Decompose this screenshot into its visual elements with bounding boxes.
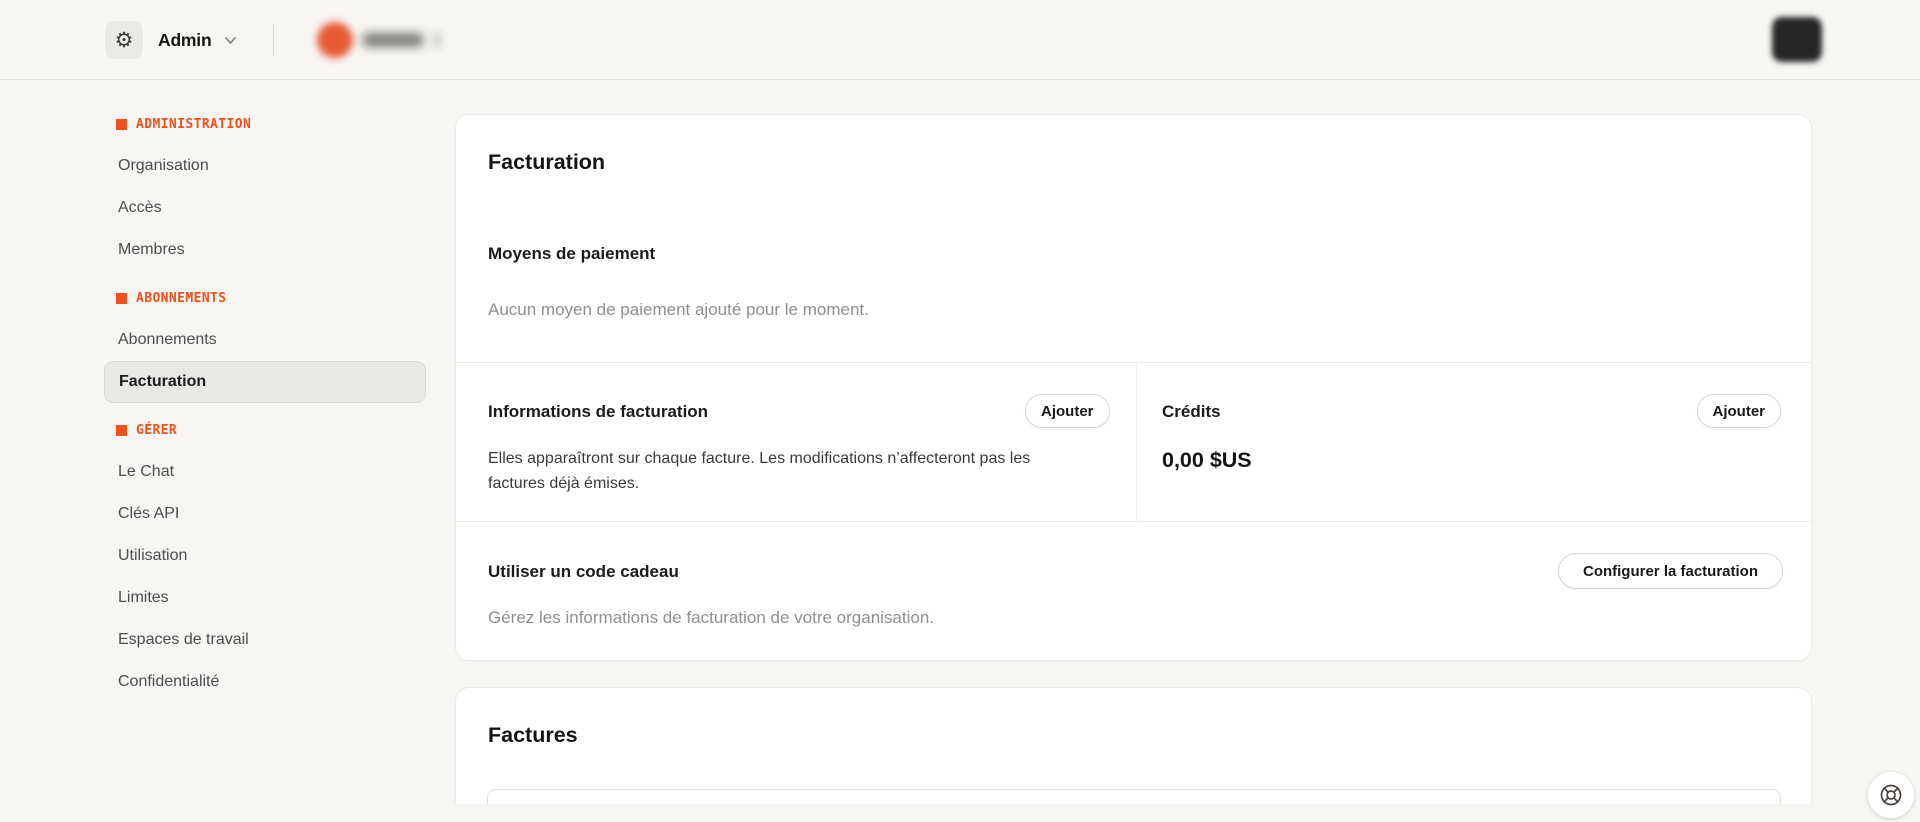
- settings-button[interactable]: ⚙: [105, 21, 143, 59]
- section-bullet-icon: [116, 293, 127, 304]
- admin-menu[interactable]: Admin: [158, 0, 236, 80]
- sidebar-item-utilisation[interactable]: Utilisation: [104, 535, 426, 577]
- sidebar-section-gerer: GÉRER: [104, 409, 426, 451]
- divider: [456, 521, 1811, 522]
- sidebar-item-le-chat[interactable]: Le Chat: [104, 451, 426, 493]
- sidebar-item-facturation[interactable]: Facturation: [104, 361, 426, 403]
- section-label: ADMINISTRATION: [136, 117, 251, 132]
- section-bullet-icon: [116, 119, 127, 130]
- invoices-card: Factures: [455, 687, 1812, 804]
- sidebar-item-acces[interactable]: Accès: [104, 187, 426, 229]
- configure-billing-button[interactable]: Configurer la facturation: [1558, 553, 1783, 589]
- billing-card: Facturation Moyens de paiement Aucun moy…: [455, 114, 1812, 661]
- gear-icon: ⚙: [115, 30, 134, 51]
- invoices-table-container: [487, 789, 1781, 804]
- settings-sidebar: ADMINISTRATION Organisation Accès Membre…: [104, 103, 426, 703]
- credits-amount: 0,00 $US: [1162, 447, 1252, 473]
- billing-info-description: Elles apparaîtront sur chaque facture. L…: [488, 446, 1080, 496]
- sidebar-item-limites[interactable]: Limites: [104, 577, 426, 619]
- sidebar-item-membres[interactable]: Membres: [104, 229, 426, 271]
- payment-methods-title: Moyens de paiement: [488, 242, 655, 266]
- lifebuoy-help-icon: [1879, 783, 1903, 807]
- chevron-down-icon: [225, 37, 236, 44]
- org-name-redacted: [363, 33, 423, 47]
- top-bar: ⚙ Admin: [0, 0, 1920, 80]
- header-divider: [273, 23, 274, 57]
- admin-label: Admin: [158, 30, 211, 51]
- billing-info-title: Informations de facturation: [488, 400, 708, 424]
- credits-add-button[interactable]: Ajouter: [1697, 394, 1782, 428]
- sidebar-item-confidentialite[interactable]: Confidentialité: [104, 661, 426, 703]
- sidebar-item-cles-api[interactable]: Clés API: [104, 493, 426, 535]
- gift-code-description: Gérez les informations de facturation de…: [488, 607, 934, 629]
- section-label: GÉRER: [136, 423, 177, 438]
- org-badge-redacted: [433, 32, 441, 48]
- sidebar-section-abonnements: ABONNEMENTS: [104, 277, 426, 319]
- section-bullet-icon: [116, 425, 127, 436]
- org-avatar: [317, 22, 353, 58]
- section-label: ABONNEMENTS: [136, 291, 227, 306]
- org-selector[interactable]: [317, 0, 441, 80]
- column-divider: [1136, 363, 1137, 521]
- divider: [456, 362, 1811, 363]
- help-button[interactable]: [1868, 772, 1914, 818]
- sidebar-item-abonnements[interactable]: Abonnements: [104, 319, 426, 361]
- page-title: Facturation: [488, 148, 605, 176]
- sidebar-item-espaces-de-travail[interactable]: Espaces de travail: [104, 619, 426, 661]
- user-avatar[interactable]: [1772, 17, 1822, 62]
- payment-methods-empty-text: Aucun moyen de paiement ajouté pour le m…: [488, 299, 869, 321]
- credits-title: Crédits: [1162, 400, 1221, 424]
- billing-info-add-button[interactable]: Ajouter: [1025, 394, 1110, 428]
- gift-code-title: Utiliser un code cadeau: [488, 560, 679, 584]
- sidebar-item-organisation[interactable]: Organisation: [104, 145, 426, 187]
- sidebar-section-administration: ADMINISTRATION: [104, 103, 426, 145]
- invoices-title: Factures: [488, 721, 578, 749]
